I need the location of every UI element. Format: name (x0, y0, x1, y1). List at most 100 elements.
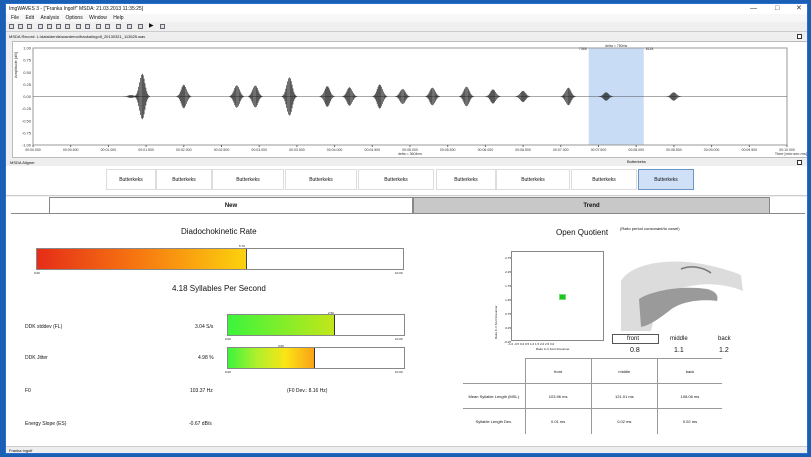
waveform-panel[interactable]: 1.00 0.75 0.50 0.25 0.00 -0.25 -0.50 -0.75 -1.00… (12, 41, 808, 159)
aligner-segment[interactable]: Butterkeks (212, 169, 284, 190)
aligner-segment[interactable]: Butterkeks (571, 169, 637, 190)
menu-options[interactable]: Options (65, 15, 82, 21)
waveform-xtick: 00:09.500 (742, 148, 758, 152)
stop-icon[interactable] (138, 24, 143, 29)
stddev-label: DDK stddev (FL) (25, 324, 63, 330)
maximize-button[interactable]: □ (775, 4, 779, 13)
syllables-per-second: 4.18 Syllables Per Second (172, 284, 266, 293)
ddk-max: 10.00 (395, 271, 403, 275)
waveform-ytick: 1.00 (23, 46, 32, 51)
ddk-rate-fill (37, 249, 246, 269)
new-icon[interactable] (9, 24, 14, 29)
jitter-marker-label: 3.00 (278, 344, 284, 348)
waveform-xtick: 00:02.000 (176, 148, 192, 152)
aligner-segment[interactable]: Butterkeks (496, 169, 570, 190)
zoom-in-icon[interactable] (38, 24, 43, 29)
save-icon[interactable] (18, 24, 23, 29)
waveform-xtick: 00:00.500 (63, 148, 79, 152)
record-bar: MSDA Record: L:\data\dentis\wavdemo\fran… (6, 33, 807, 40)
cursor-delta-label: delta = 3604ms (398, 152, 422, 156)
analysis-panel: Diadochokinetic Rate 0.00 10.00 5.70 4.1… (6, 214, 807, 447)
aligner-segment[interactable]: Butterkeks (285, 169, 357, 190)
oq-title: Open Quotient (556, 228, 609, 237)
back-value: 1.2 (719, 347, 729, 354)
selection-end-label: 8118 (646, 47, 654, 51)
table-header-row: front middle back (463, 358, 722, 384)
table-row: Syllable Length Dev. 0.01 ms 0.02 ms 0.0… (463, 408, 722, 434)
close-button[interactable]: ✕ (796, 4, 802, 13)
menu-help[interactable]: Help (113, 15, 123, 21)
oq-yticks: 2.75 2.25 1.75 1.25 0.75 0.25 -0.25 (499, 256, 511, 344)
play-icon[interactable]: ▶ (149, 23, 154, 29)
waveform-ytick: -0.25 (22, 106, 32, 111)
cursor-icon[interactable] (76, 24, 81, 29)
tab-bar: New Trend (6, 197, 807, 214)
table-cell: 103.96 ms (524, 383, 592, 409)
toolbar: ▶ (6, 22, 807, 32)
marker-icon[interactable] (85, 24, 90, 29)
grid-icon[interactable] (96, 24, 101, 29)
f0-deviation: (F0 Dev.: 8.16 Hz) (287, 388, 328, 394)
f0-value: 103.37 Hz (190, 388, 213, 394)
waveform-xtick: 00:02.500 (214, 148, 230, 152)
energy-slope-label: Energy Slope (ES) (25, 421, 67, 427)
menu-bar: File Edit Analysis Options Window Help (6, 14, 807, 22)
waveform-xtick: 00:04.000 (327, 148, 343, 152)
waveform-ytick: -1.00 (22, 143, 32, 148)
waveform-ytick: -0.50 (22, 118, 32, 123)
stddev-marker-label: 2.50 (328, 311, 334, 315)
jitter-max: 10.00 (395, 370, 403, 374)
aligner-label: MSDA Aligner (10, 160, 35, 165)
table-cell: 0.02 ms (590, 408, 658, 434)
record-panel-maximize-icon[interactable] (797, 34, 802, 39)
jitter-value: 4.98 % (198, 355, 214, 361)
middle-label: middle (670, 336, 688, 342)
aligner-segment[interactable]: Butterkeks (156, 169, 212, 190)
vocal-tract-diagram (621, 261, 743, 331)
menu-analysis[interactable]: Analysis (40, 15, 59, 21)
waveform-xtick: 00:08.000 (628, 148, 644, 152)
oq-ylabel: Ratio C-V front foreunner (494, 305, 498, 339)
aligner-panel-maximize-icon[interactable] (797, 160, 802, 165)
waveform-xtick: 00:01.000 (101, 148, 117, 152)
tab-trend[interactable]: Trend (413, 197, 770, 214)
zoom-fit-icon[interactable] (56, 24, 61, 29)
waveform-ytick: 0.50 (23, 70, 32, 75)
aligner-segment[interactable]: Butterkeks (638, 169, 694, 190)
waveform-plot[interactable]: 1.00 0.75 0.50 0.25 0.00 -0.25 -0.50 -0.75 -1.00… (13, 42, 808, 159)
waveform-ytick: 0.00 (23, 94, 32, 99)
record-icon[interactable] (105, 24, 110, 29)
aligner-segment[interactable]: Butterkeks (358, 169, 434, 190)
table-header-cell: front (524, 358, 592, 384)
app-window: ImgWAVES 3 - ["Franka Ingolf" MSDA: 21.0… (5, 3, 808, 454)
settings-icon[interactable] (116, 24, 121, 29)
export-icon[interactable] (160, 24, 165, 29)
table-row-label: Syllable Length Dev. (463, 408, 526, 434)
record-path: MSDA Record: L:\data\dentis\wavdemo\fran… (9, 34, 146, 39)
menu-file[interactable]: File (11, 15, 19, 21)
f0-label: F0 (25, 388, 31, 394)
minimize-button[interactable]: — (750, 4, 757, 13)
front-label: front (627, 336, 640, 342)
tab-new[interactable]: New (49, 197, 413, 214)
table-cell: 0.01 ms (524, 408, 592, 434)
waveform-xtick: 00:01.500 (138, 148, 154, 152)
selection-delta-label: delta = 750ms (605, 44, 627, 48)
jitter-fill (228, 348, 315, 368)
table-row-label: Mean Syllable Length (MSL) (463, 383, 526, 409)
aligner-segment[interactable]: Butterkeks (106, 169, 156, 190)
open-icon[interactable] (127, 24, 132, 29)
print-icon[interactable] (27, 24, 32, 29)
waveform-ytick: 0.25 (23, 82, 32, 87)
menu-window[interactable]: Window (89, 15, 107, 21)
energy-slope-value: -0.67 dB/s (189, 421, 212, 427)
oq-xticks: -1.0 -0.5 0.0 0.5 1.0 1.5 2.0 2.5 3.0 (508, 342, 555, 346)
zoom-selection-icon[interactable] (65, 24, 70, 29)
front-value: 0.8 (630, 347, 640, 354)
stddev-marker (333, 315, 335, 335)
aligner-segment[interactable]: Butterkeks (436, 169, 496, 190)
zoom-out-icon[interactable] (47, 24, 52, 29)
waveform-xlabel: Time [min:sec.ms] (775, 151, 807, 156)
menu-edit[interactable]: Edit (25, 15, 34, 21)
waveform-xtick: 00:04.500 (365, 148, 381, 152)
